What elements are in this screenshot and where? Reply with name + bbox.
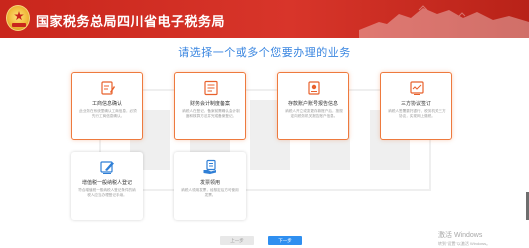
card-title: 财务会计制度备案 xyxy=(189,101,230,107)
card-title: 三方协议签订 xyxy=(400,101,431,107)
card-description: 纳税人领用发票，经核定后方可使用发票。 xyxy=(181,188,239,197)
activation-line-1: 激活 Windows xyxy=(438,232,483,239)
page-heading: 请选择一个或多个您要办理的业务 xyxy=(178,47,351,59)
card-description: 纳税人签署委托银行、税务机关三方协议，实现网上缴税。 xyxy=(388,109,446,118)
site-title: 国家税务总局四川省电子税务局 xyxy=(36,14,226,29)
taxpayer-register-icon xyxy=(100,161,114,174)
great-wall-decoration xyxy=(359,5,529,38)
bank-account-icon xyxy=(308,81,320,95)
card-description: 纳税人在登记，备案前需确认会计制度和核算方法并完成备案登记。 xyxy=(182,109,240,118)
form-edit-icon xyxy=(101,81,115,95)
card-description: 纳税人开立或变更存款账户后，按规定向税务机关报告账户信息。 xyxy=(285,109,343,118)
card-deposit-account-report[interactable]: 存款账户账号报告信息 纳税人开立或变更存款账户后，按规定向税务机关报告账户信息。 xyxy=(277,72,349,140)
card-tripartite-agreement[interactable]: 三方协议签订 纳税人签署委托银行、税务机关三方协议，实现网上缴税。 xyxy=(380,72,452,140)
invoice-hand-icon xyxy=(203,159,216,174)
card-invoice-receipt[interactable]: 发票领用 纳税人领用发票，经核定后方可使用发票。 xyxy=(174,152,246,220)
card-title: 存款账户账号报告信息 xyxy=(287,101,338,107)
card-business-info-confirm[interactable]: 工商信息确认 此业务在系统里确认工商信息，必须先行工商信息确认。 xyxy=(71,72,143,140)
card-title: 增值税一般纳税人登记 xyxy=(81,180,132,186)
next-step-button[interactable]: 下一步 xyxy=(268,236,302,245)
activation-line-2: 转到"设置"以激活 Windows。 xyxy=(438,241,491,246)
card-title: 工商信息确认 xyxy=(91,101,122,107)
windows-activation-watermark: 激活 Windows 转到"设置"以激活 Windows。 xyxy=(438,230,490,247)
tax-emblem-logo xyxy=(6,5,30,31)
card-vat-taxpayer-register[interactable]: 增值税一般纳税人登记 符合增值税一般纳税人登记条件的纳税人应当办理登记手续。 xyxy=(71,152,143,220)
card-title: 发票领用 xyxy=(199,180,220,186)
card-description: 此业务在系统里确认工商信息，必须先行工商信息确认。 xyxy=(79,109,137,118)
card-description: 符合增值税一般纳税人登记条件的纳税人应当办理登记手续。 xyxy=(78,188,136,197)
card-accounting-system-filing[interactable]: 财务会计制度备案 纳税人在登记，备案前需确认会计制度和核算方法并完成备案登记。 xyxy=(174,72,246,140)
document-list-icon xyxy=(204,80,218,96)
agreement-icon xyxy=(410,81,424,95)
prev-step-button[interactable]: 上一步 xyxy=(220,236,254,245)
site-header: 国家税务总局四川省电子税务局 xyxy=(0,0,529,38)
